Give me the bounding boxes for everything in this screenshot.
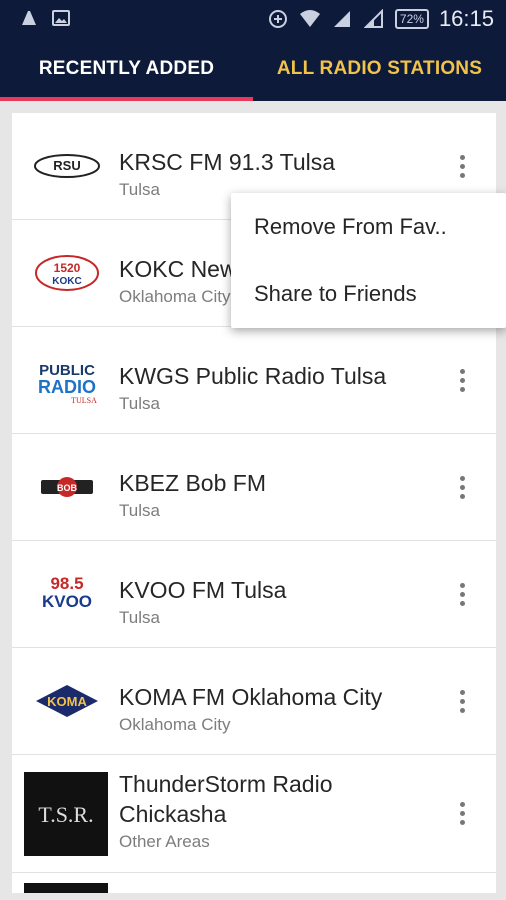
svg-text:98.5: 98.5	[50, 574, 83, 593]
context-menu: Remove From Fav.. Share to Friends	[231, 193, 506, 328]
station-logo: PUBLIC RADIO TULSA	[28, 350, 106, 410]
status-bar: 72% 16:15	[0, 0, 506, 36]
more-options-icon[interactable]	[450, 472, 474, 502]
station-location: Other Areas	[119, 832, 210, 851]
station-logo	[24, 883, 108, 893]
tab-indicator	[0, 97, 253, 101]
svg-text:T.S.R.: T.S.R.	[38, 802, 93, 827]
share-to-friends-item[interactable]: Share to Friends	[231, 260, 506, 327]
tab-all-radio-stations[interactable]: ALL RADIO STATIONS	[253, 36, 506, 101]
station-logo: RSU	[28, 136, 106, 196]
svg-text:KVOO: KVOO	[42, 592, 92, 611]
signal-icon-1	[331, 8, 353, 30]
station-name: KWGS Public Radio Tulsa	[119, 363, 387, 389]
wifi-icon	[299, 8, 321, 30]
station-location: Tulsa	[119, 608, 160, 627]
data-saver-icon	[267, 8, 289, 30]
station-name: KBEZ Bob FM	[119, 470, 266, 496]
gallery-icon	[50, 7, 72, 29]
more-options-icon[interactable]	[450, 686, 474, 716]
station-logo: T.S.R.	[24, 771, 108, 856]
station-logo: 98.5 KVOO	[28, 564, 106, 624]
station-name: KOMA FM Oklahoma City	[119, 684, 383, 710]
notification-app-icon	[18, 7, 40, 29]
station-logo: BOB	[28, 457, 106, 517]
svg-text:KOMA: KOMA	[47, 694, 87, 709]
svg-text:RSU: RSU	[53, 158, 80, 173]
svg-text:RADIO: RADIO	[38, 377, 96, 397]
station-location: Oklahoma City	[119, 715, 231, 734]
station-item[interactable]: PUBLIC RADIO TULSA KWGS Public Radio Tul…	[12, 327, 496, 434]
svg-text:1520: 1520	[54, 261, 81, 275]
remove-from-favorites-item[interactable]: Remove From Fav..	[231, 193, 506, 260]
station-item[interactable]: T.S.R. ThunderStorm Radio Chickasha Othe…	[12, 755, 496, 873]
more-options-icon[interactable]	[450, 799, 474, 829]
station-name: KRSC FM 91.3 Tulsa	[119, 149, 336, 175]
signal-icon-2	[363, 8, 385, 30]
station-location: Tulsa	[119, 394, 160, 413]
station-item[interactable]: BOB KBEZ Bob FM Tulsa	[12, 434, 496, 541]
station-name: ThunderStorm Radio Chickasha	[119, 771, 333, 827]
station-name: KVOO FM Tulsa	[119, 577, 287, 603]
station-item-partial[interactable]	[12, 873, 496, 893]
station-item[interactable]: 98.5 KVOO KVOO FM Tulsa Tulsa	[12, 541, 496, 648]
svg-text:TULSA: TULSA	[71, 396, 97, 405]
battery-indicator: 72%	[394, 9, 429, 29]
station-logo: KOMA	[28, 671, 106, 731]
station-logo: 1520 KOKC	[28, 243, 106, 303]
more-options-icon[interactable]	[450, 151, 474, 181]
station-item[interactable]: KOMA KOMA FM Oklahoma City Oklahoma City	[12, 648, 496, 755]
tab-bar: RECENTLY ADDED ALL RADIO STATIONS	[0, 36, 506, 101]
tab-recently-added[interactable]: RECENTLY ADDED	[0, 36, 253, 101]
svg-text:KOKC: KOKC	[52, 276, 81, 287]
more-options-icon[interactable]	[450, 579, 474, 609]
station-location: Tulsa	[119, 501, 160, 520]
svg-text:BOB: BOB	[57, 483, 78, 493]
clock: 16:15	[438, 6, 494, 31]
more-options-icon[interactable]	[450, 365, 474, 395]
